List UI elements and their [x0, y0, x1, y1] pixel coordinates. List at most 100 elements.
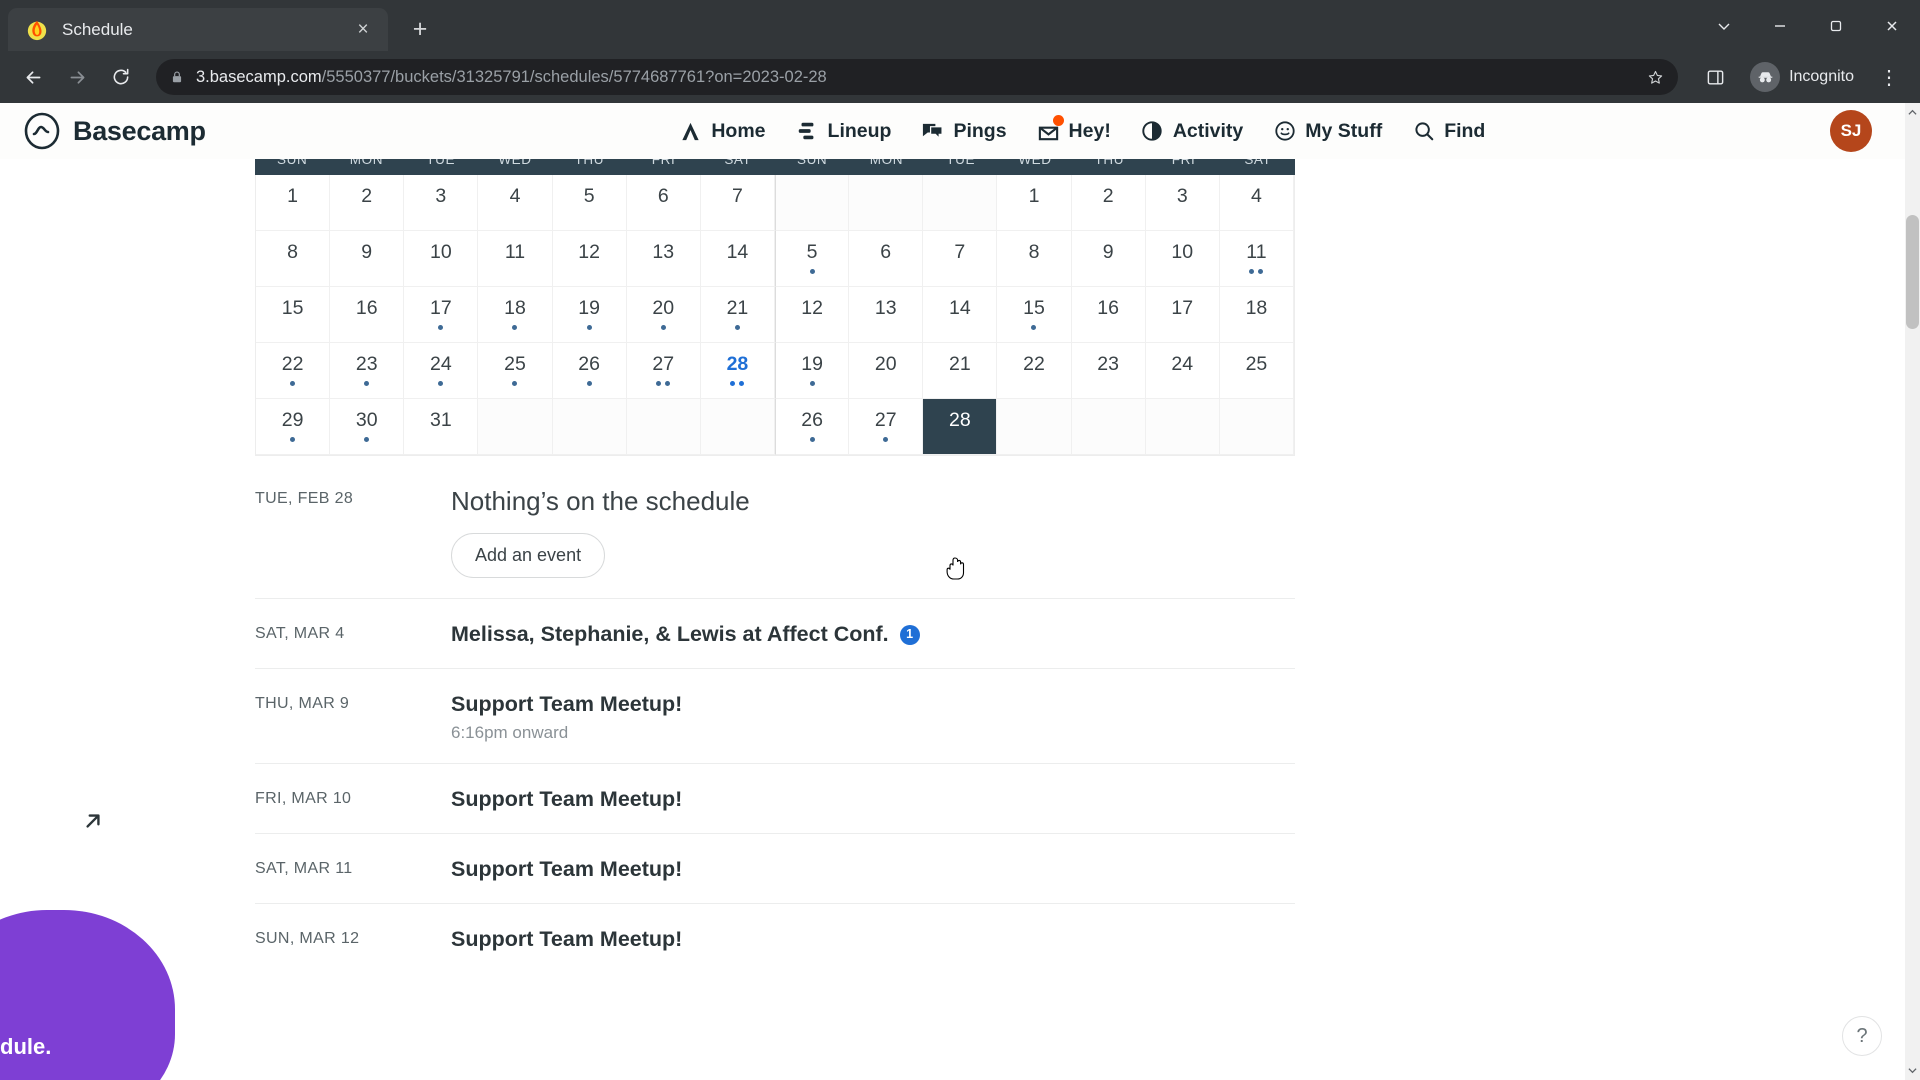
calendar-day-cell[interactable]: 13 — [626, 231, 701, 287]
calendar-day-cell[interactable]: 21 — [923, 343, 998, 399]
calendar-day-cell[interactable]: 8 — [256, 231, 331, 287]
calendar-day-cell[interactable]: 27 — [849, 399, 924, 455]
calendar-day-cell[interactable]: 16 — [1071, 287, 1146, 343]
calendar-day-cell[interactable]: 10 — [1145, 231, 1220, 287]
calendar-day-cell[interactable]: 6 — [849, 231, 924, 287]
calendar-day-cell[interactable]: 13 — [849, 287, 924, 343]
schedule-event-row[interactable]: SUN, MAR 12 Support Team Meetup! — [255, 902, 1295, 973]
scroll-up-icon[interactable] — [1907, 107, 1918, 118]
calendar-day-cell[interactable]: 8 — [997, 231, 1072, 287]
calendar-day-cell[interactable]: 24 — [1145, 343, 1220, 399]
calendar-day-cell[interactable]: 7 — [700, 175, 775, 231]
calendar-day-cell[interactable]: 24 — [404, 343, 479, 399]
calendar-day-cell[interactable]: 19 — [552, 287, 627, 343]
browser-menu-icon[interactable]: ⋮ — [1872, 65, 1906, 90]
calendar-day-cell[interactable]: 18 — [478, 287, 553, 343]
calendar-day-cell[interactable]: 26 — [552, 343, 627, 399]
scroll-down-icon[interactable] — [1907, 1065, 1918, 1076]
calendar-day-cell[interactable]: 16 — [330, 287, 405, 343]
calendar-day-cell[interactable]: 17 — [404, 287, 479, 343]
calendar-day-cell[interactable]: 6 — [626, 175, 701, 231]
calendar-day-cell[interactable]: 11 — [1219, 231, 1294, 287]
calendar-day-cell[interactable]: 20 — [626, 287, 701, 343]
event-title[interactable]: Support Team Meetup! — [451, 926, 1295, 953]
calendar-day-cell[interactable]: 2 — [1071, 175, 1146, 231]
calendar-day-cell[interactable]: 18 — [1219, 287, 1294, 343]
nav-item-home[interactable]: Home — [678, 119, 766, 144]
calendar-day-cell[interactable]: 14 — [700, 231, 775, 287]
calendar-day-cell[interactable]: 15 — [256, 287, 331, 343]
calendar-day-cell[interactable]: 20 — [849, 343, 924, 399]
nav-item-pings[interactable]: Pings — [920, 119, 1007, 144]
add-event-button[interactable]: Add an event — [451, 533, 606, 579]
calendar-day-cell[interactable]: 10 — [404, 231, 479, 287]
calendar-day-cell[interactable]: 12 — [775, 287, 850, 343]
calendar-day-cell[interactable]: 12 — [552, 231, 627, 287]
calendar-day-cell[interactable]: 19 — [775, 343, 850, 399]
basecamp-logo[interactable]: Basecamp — [22, 111, 206, 151]
maximize-icon[interactable] — [1808, 0, 1864, 51]
calendar-day-cell[interactable]: 25 — [478, 343, 553, 399]
calendar-day-cell[interactable]: 29 — [256, 399, 331, 455]
calendar-day-cell[interactable]: 3 — [1145, 175, 1220, 231]
calendar-day-cell[interactable]: 5 — [775, 231, 850, 287]
help-button[interactable]: ? — [1842, 1016, 1882, 1056]
calendar-day-cell[interactable]: 5 — [552, 175, 627, 231]
calendar-day-cell[interactable]: 1 — [256, 175, 331, 231]
close-icon[interactable]: × — [350, 20, 376, 39]
calendar-day-cell[interactable]: 27 — [626, 343, 701, 399]
calendar-day-cell[interactable]: 21 — [700, 287, 775, 343]
nav-item-lineup[interactable]: Lineup — [795, 119, 891, 144]
side-panel-icon[interactable] — [1696, 58, 1734, 96]
calendar-day-cell[interactable]: 4 — [478, 175, 553, 231]
forward-icon[interactable] — [58, 58, 96, 96]
calendar-day-cell[interactable]: 3 — [404, 175, 479, 231]
event-title[interactable]: Melissa, Stephanie, & Lewis at Affect Co… — [451, 621, 1295, 648]
nav-item-my-stuff[interactable]: My Stuff — [1272, 119, 1382, 144]
calendar-day-cell[interactable]: 31 — [404, 399, 479, 455]
scrollbar-thumb[interactable] — [1906, 215, 1919, 329]
event-title[interactable]: Support Team Meetup! — [451, 786, 1295, 813]
event-title[interactable]: Support Team Meetup! — [451, 691, 1295, 718]
schedule-event-row[interactable]: SAT, MAR 11 Support Team Meetup! — [255, 832, 1295, 903]
calendar-day-cell[interactable]: 9 — [330, 231, 405, 287]
chevron-down-icon[interactable] — [1696, 0, 1752, 51]
calendar-day-cell[interactable]: 2 — [330, 175, 405, 231]
calendar-day-cell[interactable]: 22 — [256, 343, 331, 399]
promo-arrow-icon[interactable] — [62, 790, 124, 852]
browser-tab[interactable]: Schedule × — [8, 8, 388, 51]
avatar[interactable]: SJ — [1830, 110, 1872, 152]
calendar-day-cell[interactable]: 14 — [923, 287, 998, 343]
star-icon[interactable] — [1637, 69, 1664, 86]
incognito-indicator[interactable]: Incognito — [1746, 58, 1866, 96]
minimize-icon[interactable] — [1752, 0, 1808, 51]
nav-item-hey[interactable]: Hey! — [1036, 114, 1111, 144]
calendar-day-cell[interactable]: 23 — [330, 343, 405, 399]
nav-item-find[interactable]: Find — [1411, 119, 1485, 144]
calendar-day-cell[interactable]: 30 — [330, 399, 405, 455]
calendar-day-cell[interactable]: 28 — [700, 343, 775, 399]
event-title[interactable]: Support Team Meetup! — [451, 856, 1295, 883]
calendar-day-cell[interactable]: 15 — [997, 287, 1072, 343]
address-bar[interactable]: 3.basecamp.com/5550377/buckets/31325791/… — [156, 59, 1679, 95]
calendar-day-cell[interactable]: 7 — [923, 231, 998, 287]
window-close-icon[interactable] — [1864, 0, 1920, 51]
schedule-event-row[interactable]: THU, MAR 9 Support Team Meetup! 6:16pm onw… — [255, 668, 1295, 763]
nav-item-activity[interactable]: Activity — [1140, 119, 1243, 144]
calendar-day-cell[interactable]: 22 — [997, 343, 1072, 399]
back-icon[interactable] — [14, 58, 52, 96]
new-tab-button[interactable]: + — [400, 9, 440, 49]
calendar-day-cell[interactable]: 25 — [1219, 343, 1294, 399]
calendar-day-cell[interactable]: 23 — [1071, 343, 1146, 399]
calendar-day-cell[interactable]: 9 — [1071, 231, 1146, 287]
calendar-day-cell[interactable]: 17 — [1145, 287, 1220, 343]
schedule-event-row[interactable]: FRI, MAR 10 Support Team Meetup! — [255, 762, 1295, 833]
reload-icon[interactable] — [102, 58, 140, 96]
schedule-event-row[interactable]: SAT, MAR 4 Melissa, Stephanie, & Lewis at… — [255, 598, 1295, 668]
page-scrollbar[interactable] — [1905, 103, 1920, 1080]
calendar-day-cell[interactable]: 11 — [478, 231, 553, 287]
calendar-day-cell[interactable]: 26 — [775, 399, 850, 455]
calendar-day-cell[interactable]: 4 — [1219, 175, 1294, 231]
calendar-day-cell[interactable]: 28 — [923, 399, 998, 455]
calendar-day-cell[interactable]: 1 — [997, 175, 1072, 231]
